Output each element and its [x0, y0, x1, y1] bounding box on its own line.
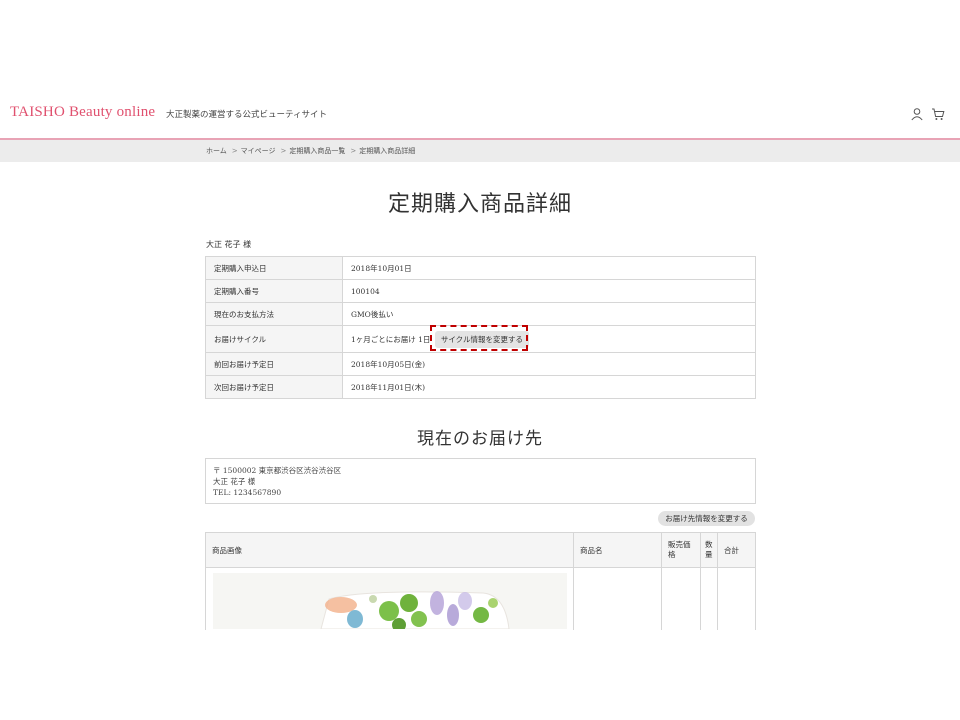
- breadcrumb: ホーム > マイページ > 定期購入商品一覧 > 定期購入商品詳細: [206, 147, 416, 155]
- row-label: 定期購入番号: [205, 279, 343, 303]
- product-qty-cell: [700, 567, 718, 633]
- user-icon[interactable]: [910, 106, 924, 121]
- site-logo[interactable]: TAISHO Beauty online: [10, 104, 155, 121]
- breadcrumb-current: 定期購入商品詳細: [359, 147, 416, 155]
- product-total-cell: [717, 567, 756, 633]
- table-row: 現在のお支払方法 GMO後払い: [205, 302, 756, 326]
- highlight-annotation: [430, 325, 528, 351]
- product-name-cell: [573, 567, 662, 633]
- row-label: 現在のお支払方法: [205, 302, 343, 326]
- table-row: 定期購入番号 100104: [205, 279, 756, 303]
- viewport-cutoff: [0, 630, 960, 720]
- product-price-cell: [661, 567, 701, 633]
- breadcrumb-mypage[interactable]: マイページ: [241, 147, 276, 155]
- table-row: 次回お届け予定日 2018年11月01日(木): [205, 375, 756, 399]
- cart-icon[interactable]: [931, 106, 945, 120]
- table-row: 前回お届け予定日 2018年10月05日(金): [205, 352, 756, 376]
- customer-name: 大正 花子 様: [206, 240, 252, 249]
- breadcrumb-home[interactable]: ホーム: [206, 147, 227, 155]
- row-label: お届けサイクル: [205, 325, 343, 353]
- col-header-total: 合計: [717, 532, 756, 568]
- table-row: 定期購入申込日 2018年10月01日: [205, 256, 756, 280]
- page-title: 定期購入商品詳細: [387, 192, 572, 217]
- address-line: 〒 1500002 東京都渋谷区渋谷渋谷区: [213, 466, 342, 475]
- change-address-button[interactable]: お届け先情報を変更する: [658, 511, 755, 526]
- row-value: 1ヶ月ごとにお届け 1日 サイクル情報を変更する: [342, 325, 756, 353]
- col-header-image: 商品画像: [205, 532, 574, 568]
- row-value: 100104: [342, 279, 756, 303]
- delivery-cycle-text: 1ヶ月ごとにお届け 1日: [351, 334, 431, 344]
- site-tagline: 大正製薬の運営する公式ビューティサイト: [166, 110, 327, 120]
- col-header-name: 商品名: [573, 532, 662, 568]
- breadcrumb-subscription-list[interactable]: 定期購入商品一覧: [289, 147, 345, 155]
- product-image[interactable]: [213, 573, 567, 629]
- row-label: 前回お届け予定日: [205, 352, 343, 376]
- delivery-address-box: 〒 1500002 東京都渋谷区渋谷渋谷区 大正 花子 様 TEL: 12345…: [205, 458, 756, 504]
- row-value: 2018年10月05日(金): [342, 352, 756, 376]
- recipient-name: 大正 花子 様: [213, 477, 256, 486]
- row-value: GMO後払い: [342, 302, 756, 326]
- recipient-tel: TEL: 1234567890: [213, 488, 282, 497]
- table-header-row: 商品画像 商品名 販売価格 数量 合計: [205, 532, 756, 568]
- col-header-qty: 数量: [700, 532, 718, 568]
- row-value: 2018年11月01日(木): [342, 375, 756, 399]
- row-label: 次回お届け予定日: [205, 375, 343, 399]
- breadcrumb-bar: [0, 140, 960, 162]
- col-header-price: 販売価格: [661, 532, 701, 568]
- row-label: 定期購入申込日: [205, 256, 343, 280]
- row-value: 2018年10月01日: [342, 256, 756, 280]
- delivery-section-title: 現在のお届け先: [417, 429, 543, 449]
